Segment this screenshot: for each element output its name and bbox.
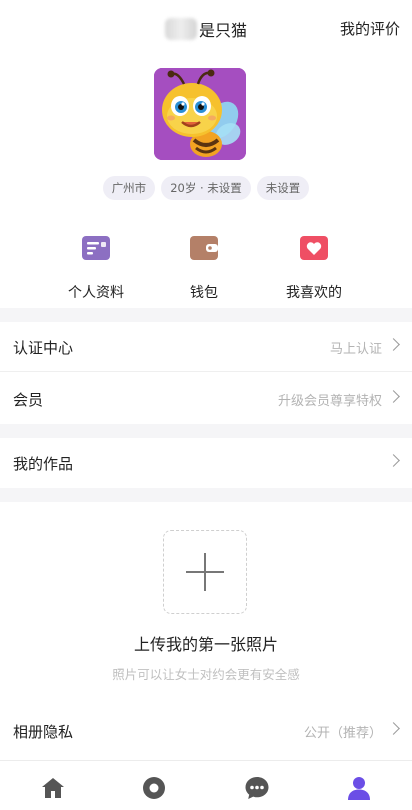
- plus-icon-vertical: [204, 553, 206, 591]
- my-review-link[interactable]: 我的评价: [340, 18, 400, 39]
- profile-tags: 广州市 20岁 · 未设置 未设置: [0, 176, 412, 200]
- chevron-right-icon: [387, 390, 400, 403]
- blurred-name-prefix: [165, 18, 197, 40]
- quick-action-label: 个人资料: [68, 285, 124, 301]
- city-tag: 广州市: [102, 176, 156, 200]
- bee-avatar-icon: [154, 68, 246, 160]
- top-bar: 是只猫 我的评价: [0, 0, 412, 56]
- profile-icon[interactable]: [346, 775, 372, 801]
- messages-icon[interactable]: [244, 775, 270, 801]
- discover-icon[interactable]: [141, 775, 167, 801]
- unset-tag: 未设置: [256, 176, 310, 200]
- certification-row[interactable]: 认证中心 马上认证: [0, 322, 412, 372]
- upload-title: 上传我的第一张照片: [133, 635, 278, 654]
- row-label: 我的作品: [13, 455, 74, 473]
- row-label: 认证中心: [13, 339, 74, 357]
- row-label: 相册隐私: [13, 723, 74, 741]
- heart-icon: [300, 236, 328, 260]
- quick-action-likes[interactable]: 我喜欢的: [264, 230, 364, 302]
- section-divider: [0, 488, 412, 502]
- quick-action-label: 钱包: [190, 285, 218, 301]
- chevron-right-icon: [387, 338, 400, 351]
- title-wrap: 是只猫: [165, 16, 247, 42]
- row-value: 马上认证: [329, 342, 382, 357]
- row-value: 升级会员尊享特权: [277, 394, 382, 409]
- wallet-icon: [190, 236, 218, 260]
- row-value: 公开（推荐）: [303, 726, 382, 741]
- membership-row[interactable]: 会员 升级会员尊享特权: [0, 374, 412, 424]
- quick-action-wallet[interactable]: 钱包: [154, 230, 254, 302]
- section-divider: [0, 308, 412, 322]
- album-privacy-row[interactable]: 相册隐私 公开（推荐）: [0, 706, 412, 756]
- profile-card-icon: [82, 236, 110, 260]
- upload-photo-button[interactable]: [163, 530, 247, 614]
- quick-action-label: 我喜欢的: [286, 285, 342, 301]
- age-tag: 20岁 · 未设置: [161, 176, 251, 200]
- avatar[interactable]: [154, 68, 246, 160]
- quick-action-profile[interactable]: 个人资料: [46, 230, 146, 302]
- chevron-right-icon: [387, 722, 400, 735]
- section-divider: [0, 424, 412, 438]
- page-title: 是只猫: [199, 21, 248, 40]
- my-works-row[interactable]: 我的作品: [0, 438, 412, 488]
- upload-subtitle: 照片可以让女士对约会更有安全感: [112, 667, 300, 682]
- chevron-right-icon: [387, 454, 400, 467]
- row-separator: [0, 371, 412, 372]
- quick-actions: 个人资料 钱包 我喜欢的: [0, 230, 412, 302]
- row-label: 会员: [13, 391, 44, 409]
- bottom-tab-bar: [0, 760, 412, 810]
- home-icon[interactable]: [40, 775, 66, 801]
